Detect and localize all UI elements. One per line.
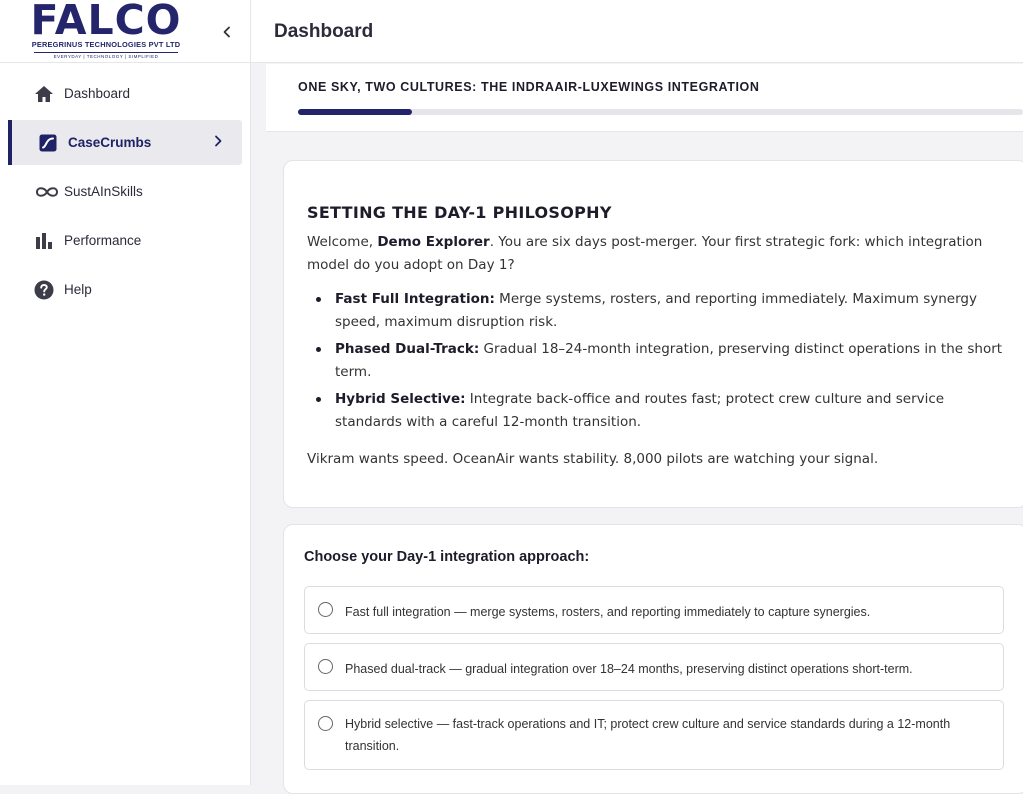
radio-button[interactable] bbox=[318, 602, 333, 617]
option-label: Fast full integration — merge systems, r… bbox=[345, 605, 871, 619]
option-label: Hybrid selective — fast-track operations… bbox=[345, 717, 951, 753]
home-icon bbox=[34, 84, 54, 104]
sidebar-item-performance[interactable]: Performance bbox=[0, 218, 251, 263]
top-header: Dashboard bbox=[251, 0, 1023, 63]
question-prompt: Choose your Day-1 integration approach: bbox=[304, 549, 590, 565]
list-item: Phased Dual-Track: Gradual 18–24-month i… bbox=[307, 338, 1007, 384]
bullet-term: Fast Full Integration: bbox=[335, 291, 495, 307]
option-fast-full-integration[interactable]: Fast full integration — merge systems, r… bbox=[304, 586, 1004, 634]
logo-company-name: PEREGRINUS TECHNOLOGIES PVT LTD bbox=[31, 40, 181, 49]
sidebar-item-label: Help bbox=[64, 282, 92, 297]
user-name: Demo Explorer bbox=[377, 234, 490, 250]
integration-models-list: Fast Full Integration: Merge systems, ro… bbox=[307, 288, 1007, 438]
infinity-icon bbox=[34, 182, 60, 202]
sidebar-item-dashboard[interactable]: Dashboard bbox=[0, 71, 251, 116]
logo-tagline: EVERYDAY | TECHNOLOGY | SIMPLIFIED bbox=[53, 54, 159, 59]
case-header: ONE SKY, TWO CULTURES: THE INDRAAIR-LUXE… bbox=[266, 64, 1023, 132]
bullet-term: Hybrid Selective: bbox=[335, 391, 466, 407]
sidebar: FALCO PEREGRINUS TECHNOLOGIES PVT LTD EV… bbox=[0, 0, 251, 785]
logo-area: FALCO PEREGRINUS TECHNOLOGIES PVT LTD EV… bbox=[0, 0, 251, 63]
sidebar-item-label: SustAInSkills bbox=[64, 184, 143, 199]
sidebar-item-label: CaseCrumbs bbox=[68, 135, 152, 150]
sidebar-item-help[interactable]: Help bbox=[0, 267, 251, 312]
help-icon bbox=[34, 280, 54, 300]
chevron-left-icon bbox=[223, 26, 230, 38]
case-progress-fill bbox=[298, 109, 412, 115]
falco-logo[interactable]: FALCO PEREGRINUS TECHNOLOGIES PVT LTD EV… bbox=[30, 0, 182, 60]
list-item: Fast Full Integration: Merge systems, ro… bbox=[307, 288, 1007, 334]
scenario-heading: SETTING THE DAY-1 PHILOSOPHY bbox=[307, 203, 612, 222]
logo-divider bbox=[34, 52, 178, 53]
bar-chart-icon bbox=[34, 231, 54, 251]
sidebar-item-sustainskills[interactable]: SustAInSkills bbox=[0, 169, 251, 214]
case-title: ONE SKY, TWO CULTURES: THE INDRAAIR-LUXE… bbox=[298, 80, 760, 94]
radio-button[interactable] bbox=[318, 716, 333, 731]
intro-prefix: Welcome, bbox=[307, 234, 378, 250]
bullet-term: Phased Dual-Track: bbox=[335, 341, 480, 357]
scenario-closing: Vikram wants speed. OceanAir wants stabi… bbox=[307, 451, 879, 467]
sidebar-nav: Dashboard CaseCrumbs SustAInSkills Perfo… bbox=[0, 71, 251, 316]
scenario-card: SETTING THE DAY-1 PHILOSOPHY Welcome, De… bbox=[283, 160, 1023, 508]
casecrumbs-icon bbox=[38, 133, 58, 153]
option-label: Phased dual-track — gradual integration … bbox=[345, 662, 913, 676]
scenario-intro: Welcome, Demo Explorer. You are six days… bbox=[307, 231, 1007, 277]
question-card: Choose your Day-1 integration approach: … bbox=[283, 524, 1023, 794]
list-item: Hybrid Selective: Integrate back-office … bbox=[307, 388, 1007, 434]
collapse-sidebar-button[interactable] bbox=[216, 21, 238, 43]
option-phased-dual-track[interactable]: Phased dual-track — gradual integration … bbox=[304, 643, 1004, 691]
option-hybrid-selective[interactable]: Hybrid selective — fast-track operations… bbox=[304, 700, 1004, 770]
logo-wordmark: FALCO bbox=[30, 0, 182, 44]
sidebar-item-label: Dashboard bbox=[64, 86, 131, 101]
page-title: Dashboard bbox=[274, 21, 374, 42]
sidebar-item-label: Performance bbox=[64, 233, 142, 248]
sidebar-item-casecrumbs[interactable]: CaseCrumbs bbox=[8, 120, 242, 165]
chevron-right-icon bbox=[215, 135, 222, 147]
radio-button[interactable] bbox=[318, 659, 333, 674]
case-progress-bar bbox=[298, 109, 1023, 115]
